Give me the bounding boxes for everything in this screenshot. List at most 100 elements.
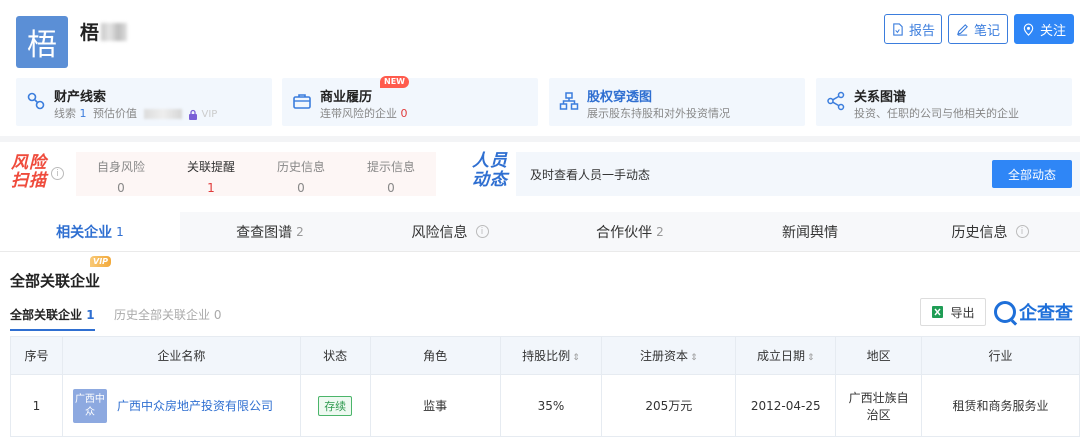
risk-item-value: 0 (117, 181, 125, 195)
section-divider (0, 136, 1080, 142)
card-sub-count: 0 (400, 107, 408, 120)
avatar: 梧 (16, 16, 68, 68)
company-link[interactable]: 广西中众房地产投资有限公司 (117, 397, 273, 414)
risk-logo-line1: 风险 (11, 153, 47, 173)
tab-label: 历史信息 (951, 224, 1008, 241)
card-sub-count: 1 (79, 107, 87, 120)
status-badge: 存续 (318, 395, 353, 416)
risk-item-hints[interactable]: 提示信息 0 (346, 152, 436, 195)
export-label: 导出 (950, 305, 975, 320)
briefcase-icon (293, 94, 311, 109)
card-title: 商业履历 (320, 90, 373, 105)
card-sub-middle: 预估价值 (93, 107, 137, 120)
col-header: 企业名称 (61, 336, 301, 375)
value-redaction (143, 109, 182, 119)
risk-summary: 自身风险 0 关联提醒 1 历史信息 0 提示信息 0 (76, 152, 436, 196)
card-business-history[interactable]: 商业履历 NEW 连带风险的企业 0 (282, 76, 538, 126)
people-dynamics-text: 及时查看人员一手动态 (530, 168, 651, 182)
brand-logo: 企查查 (994, 298, 1073, 326)
tab-risk-info[interactable]: 风险信息 i (360, 212, 540, 251)
card-equity-chart[interactable]: 股权穿透图 展示股东持股和对外投资情况 (549, 78, 805, 126)
subtab-label: 历史全部关联企业 (114, 308, 211, 322)
company-logo: 广西中众 (72, 388, 107, 423)
main-tabs: 相关企业 1 查查图谱 2 风险信息 i 合作伙伴 2 新闻舆情 历史信息 i (0, 212, 1080, 252)
risk-item-label: 提示信息 (366, 160, 415, 174)
tab-label: 合作伙伴 (596, 224, 653, 241)
card-sub: 线索 1 预估价值 VIP (54, 105, 217, 121)
cell-role: 监事 (369, 374, 501, 437)
subtab-history-related[interactable]: 历史全部关联企业 0 (114, 306, 221, 323)
org-chart-icon (559, 92, 579, 110)
card-title: 财产线索 (54, 90, 107, 105)
brand-mark-icon (994, 301, 1016, 323)
excel-icon (932, 306, 944, 318)
people-logo-line1: 人员 (472, 151, 508, 171)
table-header-row: 序号 企业名称 状态 角色 持股比例 ⇕ 注册资本 ⇕ 成立日期 ⇕ 地区 行业 (10, 336, 1080, 375)
col-header: 行业 (921, 336, 1080, 375)
tab-related-companies[interactable]: 相关企业 1 (0, 212, 180, 251)
risk-item-label: 历史信息 (276, 160, 325, 174)
info-icon: i (475, 225, 489, 238)
related-companies-table: 序号 企业名称 状态 角色 持股比例 ⇕ 注册资本 ⇕ 成立日期 ⇕ 地区 行业 1 … (10, 336, 1080, 437)
card-title: 股权穿透图 (587, 90, 653, 105)
tab-count: 1 (116, 224, 124, 239)
cell-date: 2012-04-25 (735, 374, 837, 437)
col-header: 角色 (369, 336, 501, 375)
risk-item-value: 0 (297, 181, 305, 195)
notes-label: 笔记 (973, 23, 1000, 39)
tab-label: 相关企业 (56, 224, 113, 241)
cell-index: 1 (10, 374, 63, 437)
person-name: 梧 (80, 18, 128, 45)
risk-item-value: 1 (207, 181, 215, 195)
col-header-sortable[interactable]: 持股比例 ⇕ (499, 336, 603, 375)
tab-count: 2 (296, 224, 304, 239)
notes-button[interactable]: 笔记 (948, 14, 1008, 44)
follow-button[interactable]: 关注 (1014, 14, 1074, 44)
subtab-all-related[interactable]: 全部关联企业 1 (10, 306, 95, 331)
sort-icon: ⇕ (690, 353, 698, 363)
report-button[interactable]: 报告 (884, 14, 942, 44)
tab-count: 2 (656, 224, 664, 239)
cell-share: 35% (499, 374, 603, 437)
report-label: 报告 (908, 23, 935, 39)
cell-company: 广西中众 广西中众房地产投资有限公司 (61, 374, 301, 437)
risk-item-related[interactable]: 关联提醒 1 (166, 152, 256, 195)
subtab-count: 1 (86, 308, 95, 322)
table-row: 1 广西中众 广西中众房地产投资有限公司 存续 监事 35% 205万元 201… (10, 374, 1080, 437)
risk-item-label: 关联提醒 (186, 160, 235, 174)
col-header-label: 成立日期 (756, 349, 805, 363)
card-title: 关系图谱 (854, 90, 907, 105)
card-property-clue[interactable]: 财产线索 线索 1 预估价值 VIP (16, 78, 272, 126)
sort-icon: ⇕ (572, 353, 580, 363)
all-dynamics-button[interactable]: 全部动态 (992, 160, 1072, 188)
tab-history[interactable]: 历史信息 i (900, 212, 1080, 251)
export-button[interactable]: 导出 (920, 298, 986, 326)
col-header: 地区 (835, 336, 923, 375)
people-dynamics-banner: 及时查看人员一手动态 全部动态 (516, 152, 1080, 196)
card-sub-vip: VIP (201, 109, 218, 120)
subtab-label: 全部关联企业 (10, 308, 83, 322)
cell-status: 存续 (299, 374, 371, 437)
info-icon: i (1015, 225, 1029, 238)
location-pin-icon (1023, 23, 1034, 36)
info-icon[interactable]: i (51, 167, 64, 180)
risk-item-self[interactable]: 自身风险 0 (76, 152, 166, 195)
tab-partners[interactable]: 合作伙伴 2 (540, 212, 720, 251)
new-badge: NEW (380, 76, 409, 88)
person-name-text: 梧 (80, 22, 100, 44)
card-sub-prefix: 连带风险的企业 (320, 107, 397, 120)
subtab-count: 0 (213, 308, 222, 322)
document-icon (893, 22, 903, 36)
col-header-sortable[interactable]: 注册资本 ⇕ (601, 336, 737, 375)
card-sub: 展示股东持股和对外投资情况 (587, 107, 730, 120)
card-sub-prefix: 线索 (54, 107, 76, 120)
name-redaction (101, 22, 128, 41)
col-header-label: 注册资本 (640, 349, 689, 363)
risk-scan-logo: 风险 扫描 (11, 154, 47, 190)
cell-region: 广西壮族自治区 (835, 374, 923, 437)
col-header-sortable[interactable]: 成立日期 ⇕ (735, 336, 837, 375)
card-relationship-graph[interactable]: 关系图谱 投资、任职的公司与他相关的企业 (816, 78, 1072, 126)
tab-graph[interactable]: 查查图谱 2 (180, 212, 360, 251)
risk-item-history[interactable]: 历史信息 0 (256, 152, 346, 195)
tab-news[interactable]: 新闻舆情 (720, 212, 900, 251)
